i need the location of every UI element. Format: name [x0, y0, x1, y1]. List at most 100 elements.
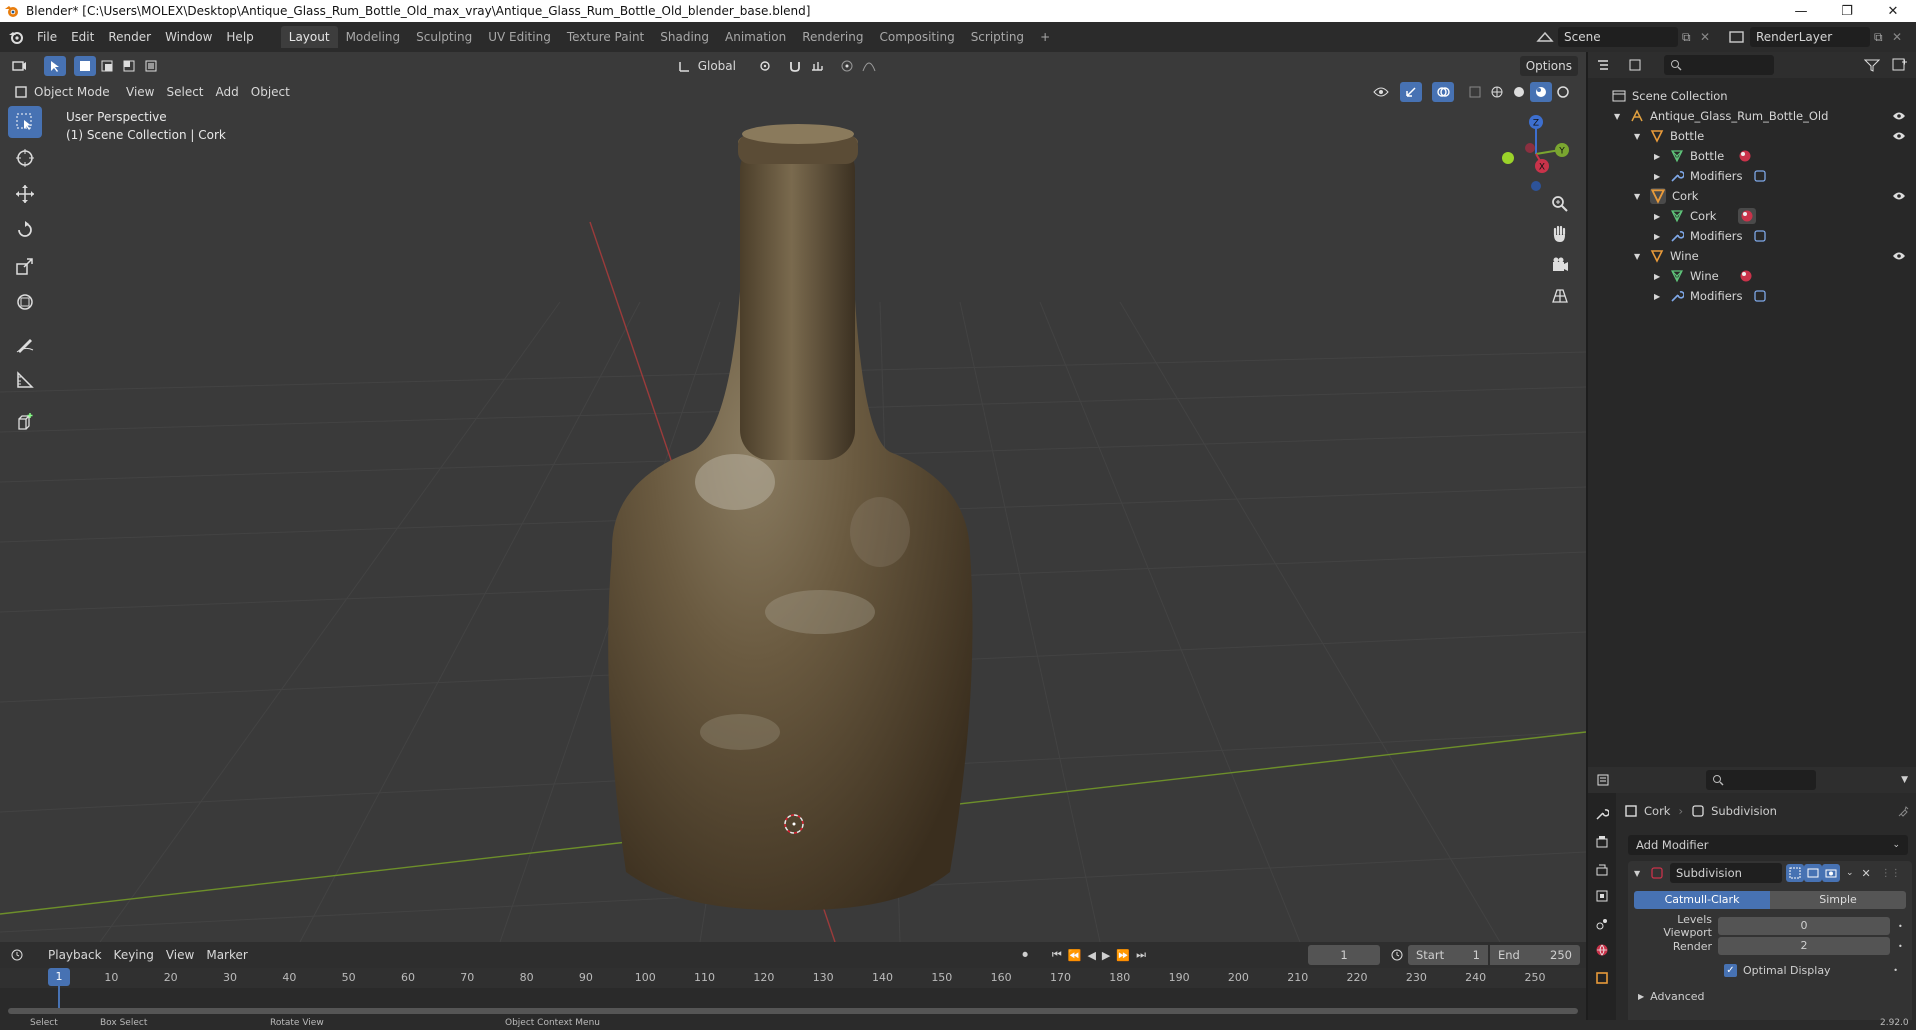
properties-editor-icon[interactable]: [1596, 773, 1616, 787]
playhead[interactable]: 1: [48, 968, 70, 986]
camera-view-icon[interactable]: [1550, 255, 1570, 275]
chevron-down-icon[interactable]: ▼: [1901, 775, 1908, 785]
start-frame-input[interactable]: Start 1: [1408, 945, 1488, 965]
box-select-new-icon[interactable]: [74, 56, 96, 76]
timeline-menu-playback[interactable]: Playback: [42, 945, 108, 965]
expand-icon[interactable]: ▶: [1654, 152, 1664, 161]
timeline-menu-view[interactable]: View: [160, 945, 200, 965]
play-reverse-icon[interactable]: ◀: [1087, 949, 1095, 962]
prev-keyframe-icon[interactable]: ⏪: [1068, 949, 1082, 962]
outliner-row-cork[interactable]: ▼ Cork: [1588, 186, 1916, 206]
timeline-menu-marker[interactable]: Marker: [200, 945, 253, 965]
rotate-tool[interactable]: [8, 214, 42, 246]
menu-edit[interactable]: Edit: [64, 26, 101, 48]
render-levels-input[interactable]: 2: [1718, 937, 1890, 955]
subdivision-modifier-icon[interactable]: [1753, 289, 1767, 303]
tab-modeling[interactable]: Modeling: [338, 26, 409, 48]
scene-tab-icon[interactable]: [1595, 917, 1609, 931]
scene-icon[interactable]: [1536, 29, 1554, 45]
expand-icon[interactable]: ▶: [1654, 272, 1664, 281]
material-icon[interactable]: [1739, 269, 1753, 283]
outliner-row-bottle[interactable]: ▼ Bottle: [1588, 126, 1916, 146]
proportional-edit-icon[interactable]: [836, 56, 858, 76]
drag-handle-icon[interactable]: ⋮⋮: [1881, 868, 1901, 879]
annotate-tool[interactable]: [8, 328, 42, 360]
tab-shading[interactable]: Shading: [652, 26, 717, 48]
expand-icon[interactable]: ▶: [1654, 172, 1664, 181]
snap-target-icon[interactable]: [806, 56, 828, 76]
modifier-name-input[interactable]: Subdivision: [1670, 863, 1782, 883]
wireframe-shading-icon[interactable]: [1486, 82, 1508, 102]
ortho-grid-icon[interactable]: [1550, 286, 1570, 306]
orientation-dropdown[interactable]: Global: [692, 56, 754, 76]
tab-texture-paint[interactable]: Texture Paint: [559, 26, 652, 48]
view-layer-tab-icon[interactable]: [1595, 889, 1609, 903]
keyframe-dot-icon[interactable]: •: [1898, 942, 1903, 951]
object-mode-dropdown[interactable]: Object Mode: [28, 82, 120, 102]
outliner-row-bottle-modifiers[interactable]: ▶ Modifiers: [1588, 166, 1916, 186]
levels-viewport-input[interactable]: 0: [1718, 917, 1890, 935]
cursor-tool[interactable]: [8, 142, 42, 174]
preview-range-icon[interactable]: [1390, 948, 1404, 962]
subdivision-modifier-icon[interactable]: [1753, 169, 1767, 183]
collapse-icon[interactable]: ▼: [1634, 869, 1644, 878]
remove-modifier-icon[interactable]: ✕: [1862, 867, 1871, 880]
menu-help[interactable]: Help: [219, 26, 260, 48]
tab-sculpting[interactable]: Sculpting: [408, 26, 480, 48]
material-icon[interactable]: [1738, 149, 1752, 163]
expand-icon[interactable]: ▶: [1654, 292, 1664, 301]
outliner-row-wine-mesh[interactable]: ▶ Wine: [1588, 266, 1916, 286]
solid-shading-icon[interactable]: [1508, 82, 1530, 102]
viewport-menu-view[interactable]: View: [120, 82, 160, 102]
output-tab-icon[interactable]: [1595, 863, 1609, 877]
collapse-icon[interactable]: ▼: [1634, 252, 1644, 261]
outliner-search-input[interactable]: [1664, 55, 1774, 75]
expand-icon[interactable]: ▶: [1654, 212, 1664, 221]
scale-tool[interactable]: [8, 250, 42, 282]
outliner-row-cork-modifiers[interactable]: ▶ Modifiers: [1588, 226, 1916, 246]
measure-tool[interactable]: [8, 364, 42, 396]
gizmo-toggle-icon[interactable]: [1400, 82, 1422, 102]
options-button[interactable]: Options: [1519, 56, 1578, 76]
chevron-down-icon[interactable]: ⌄: [1846, 868, 1854, 878]
expand-icon[interactable]: ▶: [1654, 232, 1664, 241]
material-icon[interactable]: [1738, 208, 1757, 224]
viewport-menu-add[interactable]: Add: [210, 82, 245, 102]
display-mode-icon[interactable]: [1628, 58, 1648, 72]
jump-end-icon[interactable]: ⏭: [1136, 948, 1146, 962]
pivot-point-icon[interactable]: [754, 56, 776, 76]
end-frame-input[interactable]: End 250: [1490, 945, 1580, 965]
tab-layout[interactable]: Layout: [280, 26, 338, 48]
rendered-shading-icon[interactable]: [1552, 82, 1574, 102]
minimize-button[interactable]: —: [1778, 0, 1824, 22]
outliner-row-cork-mesh[interactable]: ▶ Cork: [1588, 206, 1916, 226]
optimal-display-checkbox[interactable]: ✓: [1724, 963, 1737, 977]
render-layer-icon[interactable]: [1728, 29, 1746, 45]
bottle-model[interactable]: [608, 124, 973, 911]
properties-search-input[interactable]: [1706, 770, 1816, 790]
viewport-menu-object[interactable]: Object: [245, 82, 296, 102]
menu-render[interactable]: Render: [101, 26, 158, 48]
overlay-toggle-icon[interactable]: [1432, 82, 1454, 102]
timeline-scrollbar[interactable]: [8, 1008, 1578, 1014]
render-tab-icon[interactable]: [1595, 835, 1609, 849]
tab-uv-editing[interactable]: UV Editing: [480, 26, 559, 48]
collapse-icon[interactable]: ▼: [1634, 192, 1644, 201]
tab-rendering[interactable]: Rendering: [794, 26, 871, 48]
outliner-row-collection[interactable]: ▼ Antique_Glass_Rum_Bottle_Old: [1588, 106, 1916, 126]
pan-hand-icon[interactable]: [1550, 224, 1570, 244]
menu-window[interactable]: Window: [158, 26, 219, 48]
zoom-icon[interactable]: [1550, 194, 1570, 214]
collapse-icon[interactable]: ▼: [1634, 132, 1644, 141]
edit-mode-toggle-icon[interactable]: [1786, 864, 1804, 882]
transform-orientation-icon[interactable]: [678, 59, 692, 73]
timeline-menu-keying[interactable]: Keying: [108, 945, 160, 965]
outliner-row-wine-modifiers[interactable]: ▶ Modifiers: [1588, 286, 1916, 306]
delete-scene-icon[interactable]: ✕: [1700, 30, 1718, 44]
tool-tab-icon[interactable]: [1595, 807, 1609, 821]
render-layer-field[interactable]: RenderLayer: [1750, 27, 1870, 47]
advanced-subpanel[interactable]: ▶ Advanced: [1638, 987, 1705, 1005]
blender-menu-icon[interactable]: [8, 29, 24, 45]
move-tool[interactable]: [8, 178, 42, 210]
box-select-extend-icon[interactable]: [96, 56, 118, 76]
